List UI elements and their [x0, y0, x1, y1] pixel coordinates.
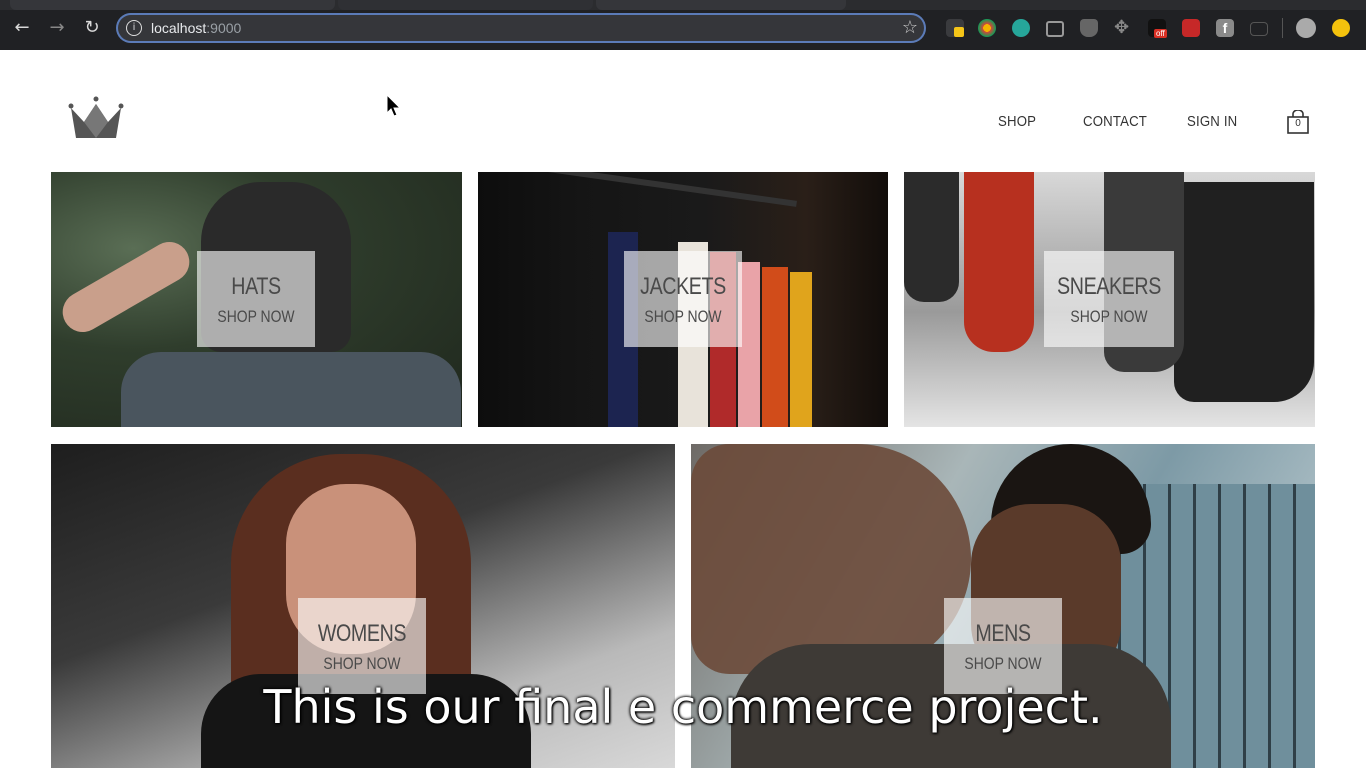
sneakers-category-tile[interactable]: SNEAKERS SHOP NOW [904, 172, 1315, 427]
forward-icon[interactable]: → [45, 16, 69, 40]
sneakers-label[interactable]: SNEAKERS SHOP NOW [1044, 251, 1174, 347]
womens-title: WOMENS [317, 620, 407, 647]
hats-shop-now: SHOP NOW [217, 307, 295, 326]
address-bar[interactable]: i localhost:9000 ☆ [116, 13, 926, 43]
jacket-orange [762, 267, 788, 427]
cart-count: 0 [1295, 118, 1301, 129]
back-icon[interactable]: ← [10, 16, 34, 40]
watermark: Udemy [1326, 749, 1358, 760]
sneakers-shop-now: SHOP NOW [1070, 307, 1148, 326]
extension-red-icon[interactable] [1182, 19, 1200, 37]
jackets-category-tile[interactable]: JACKETS SHOP NOW [478, 172, 888, 427]
toolbar-divider [1282, 18, 1283, 38]
extension-color-icon[interactable] [978, 19, 996, 37]
mouse-cursor-icon [386, 94, 402, 117]
browser-toolbar: ← → ↻ i localhost:9000 ☆ ✥ off f [0, 0, 1366, 50]
nav-sign-in-link[interactable]: SIGN IN [1187, 113, 1237, 130]
extension-pencil-icon[interactable] [946, 19, 964, 37]
tab-strip [0, 0, 1366, 10]
jackets-shop-now: SHOP NOW [644, 307, 722, 326]
off-badge: off [1154, 29, 1167, 38]
jackets-label[interactable]: JACKETS SHOP NOW [624, 251, 742, 347]
browser-tab[interactable] [10, 0, 335, 10]
sneakers-title: SNEAKERS [1057, 273, 1161, 300]
jackets-title: JACKETS [640, 273, 726, 300]
hoodie-shape [121, 352, 461, 427]
nav-shop-link[interactable]: SHOP [998, 113, 1036, 130]
cart-button[interactable]: 0 [1287, 109, 1309, 134]
pocket-icon[interactable] [1046, 21, 1064, 37]
womens-shop-now: SHOP NOW [323, 654, 401, 673]
reload-icon[interactable]: ↻ [80, 16, 104, 40]
hats-title: HATS [231, 273, 281, 300]
hats-category-tile[interactable]: HATS SHOP NOW [51, 172, 462, 427]
profile-avatar[interactable] [1296, 18, 1316, 38]
info-icon[interactable]: i [126, 20, 142, 36]
extension-circle-icon[interactable] [1012, 19, 1030, 37]
browser-tab-active[interactable] [338, 0, 593, 10]
sneaker-black-left [904, 172, 959, 302]
nav-contact-link[interactable]: CONTACT [1083, 113, 1147, 130]
url-host: localhost [151, 20, 207, 36]
extension-yellow-icon[interactable] [1332, 19, 1350, 37]
jacket-yellow [790, 272, 812, 427]
crown-icon[interactable] [66, 96, 126, 140]
browser-tab[interactable] [596, 0, 846, 10]
hats-label[interactable]: HATS SHOP NOW [197, 251, 315, 347]
mens-shop-now: SHOP NOW [964, 654, 1042, 673]
ublock-icon[interactable] [1080, 19, 1098, 37]
move-icon[interactable]: ✥ [1114, 19, 1132, 37]
extension-off-icon[interactable]: off [1148, 19, 1167, 38]
facebook-icon[interactable]: f [1216, 19, 1234, 37]
star-icon[interactable]: ☆ [902, 17, 918, 38]
sneaker-red [964, 172, 1034, 352]
mens-title: MENS [975, 620, 1031, 647]
hand-shape [691, 444, 971, 674]
url-text[interactable]: localhost:9000 [151, 20, 241, 36]
url-port: :9000 [206, 20, 242, 36]
extension-window-icon[interactable] [1250, 22, 1268, 36]
video-caption: This is our final e commerce project. [263, 680, 1103, 734]
sneaker-black-right [1174, 182, 1314, 402]
